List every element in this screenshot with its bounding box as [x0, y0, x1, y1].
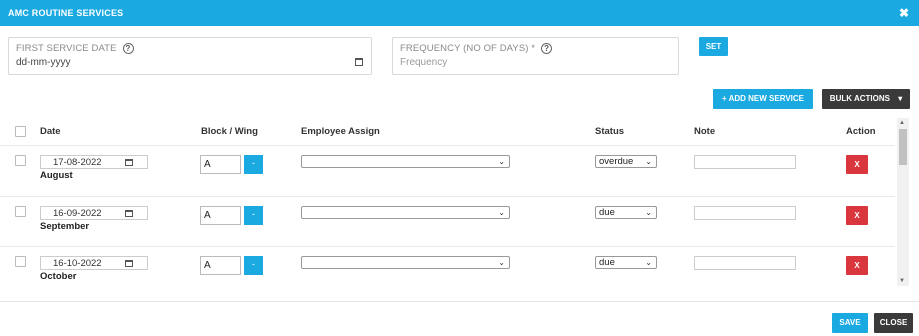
employee-select[interactable]: ⌄ — [301, 155, 510, 168]
remove-block-button[interactable]: - — [244, 155, 263, 174]
help-icon[interactable]: ? — [122, 43, 134, 54]
table-row: 16-10-2022 October A - ⌄ due ⌄ X — [0, 246, 895, 296]
remove-block-button[interactable]: - — [244, 206, 263, 225]
modal-title: AMC ROUTINE SERVICES — [8, 8, 124, 18]
table-header: Date Block / Wing Employee Assign Status… — [0, 126, 895, 140]
month-label: August — [40, 170, 73, 181]
set-button[interactable]: SET — [699, 37, 728, 56]
month-label: October — [40, 271, 77, 282]
chevron-down-icon: ⌄ — [645, 157, 652, 166]
calendar-icon[interactable] — [125, 260, 133, 267]
chevron-down-icon: ⌄ — [645, 208, 652, 217]
employee-select[interactable]: ⌄ — [301, 206, 510, 219]
delete-row-button[interactable]: X — [846, 206, 868, 225]
remove-block-button[interactable]: - — [244, 256, 263, 275]
table-row: 16-09-2022 September A - ⌄ due ⌄ X — [0, 196, 895, 246]
save-button[interactable]: SAVE — [832, 313, 868, 333]
block-input[interactable]: A — [200, 256, 241, 275]
block-input[interactable]: A — [200, 206, 241, 225]
date-input[interactable]: 16-09-2022 — [40, 206, 148, 220]
frequency-input[interactable]: Frequency — [400, 57, 447, 68]
bulk-actions-button[interactable]: BULK ACTIONS ▾ — [822, 89, 910, 109]
frequency-field[interactable]: FREQUENCY (NO OF DAYS) * ? Frequency — [392, 37, 679, 75]
delete-row-button[interactable]: X — [846, 256, 868, 275]
footer-divider — [0, 301, 919, 302]
column-employee-assign: Employee Assign — [301, 126, 380, 137]
first-service-date-field[interactable]: FIRST SERVICE DATE ? dd-mm-yyyy — [8, 37, 372, 75]
column-status: Status — [595, 126, 625, 137]
first-service-date-label: FIRST SERVICE DATE ? — [16, 43, 134, 54]
date-input[interactable]: 16-10-2022 — [40, 256, 148, 270]
chevron-down-icon: ⌄ — [498, 208, 505, 217]
note-input[interactable] — [694, 206, 796, 220]
date-input[interactable]: 17-08-2022 — [40, 155, 148, 169]
table-row: 17-08-2022 August A - ⌄ overdue ⌄ X — [0, 146, 895, 196]
column-note: Note — [694, 126, 716, 137]
calendar-icon[interactable] — [355, 58, 363, 66]
bulk-actions-label: BULK ACTIONS — [829, 94, 890, 103]
scroll-up-icon[interactable]: ▲ — [899, 120, 905, 126]
column-block-wing: Block / Wing — [201, 126, 258, 137]
status-select[interactable]: due ⌄ — [595, 256, 657, 269]
note-input[interactable] — [694, 256, 796, 270]
month-label: September — [40, 221, 90, 232]
chevron-down-icon: ⌄ — [645, 258, 652, 267]
column-date: Date — [40, 126, 61, 137]
row-checkbox[interactable] — [15, 256, 26, 267]
first-service-date-value: dd-mm-yyyy — [16, 57, 71, 68]
row-checkbox[interactable] — [15, 206, 26, 217]
block-input[interactable]: A — [200, 155, 241, 174]
caret-down-icon: ▾ — [898, 94, 903, 103]
status-select[interactable]: overdue ⌄ — [595, 155, 657, 168]
employee-select[interactable]: ⌄ — [301, 256, 510, 269]
scroll-down-icon[interactable]: ▼ — [899, 278, 905, 284]
chevron-down-icon: ⌄ — [498, 258, 505, 267]
modal-header: AMC ROUTINE SERVICES ✖ — [0, 0, 919, 26]
chevron-down-icon: ⌄ — [498, 157, 505, 166]
frequency-label: FREQUENCY (NO OF DAYS) * ? — [400, 43, 553, 54]
scroll-thumb[interactable] — [899, 129, 907, 165]
help-icon[interactable]: ? — [541, 43, 553, 54]
row-checkbox[interactable] — [15, 155, 26, 166]
table-scrollbar[interactable]: ▲ ▼ — [897, 118, 909, 286]
close-button[interactable]: CLOSE — [874, 313, 913, 333]
note-input[interactable] — [694, 155, 796, 169]
close-icon[interactable]: ✖ — [899, 6, 909, 20]
add-new-service-button[interactable]: + ADD NEW SERVICE — [713, 89, 813, 109]
calendar-icon[interactable] — [125, 210, 133, 217]
select-all-checkbox[interactable] — [15, 126, 26, 137]
status-select[interactable]: due ⌄ — [595, 206, 657, 219]
calendar-icon[interactable] — [125, 159, 133, 166]
column-action: Action — [846, 126, 876, 137]
delete-row-button[interactable]: X — [846, 155, 868, 174]
